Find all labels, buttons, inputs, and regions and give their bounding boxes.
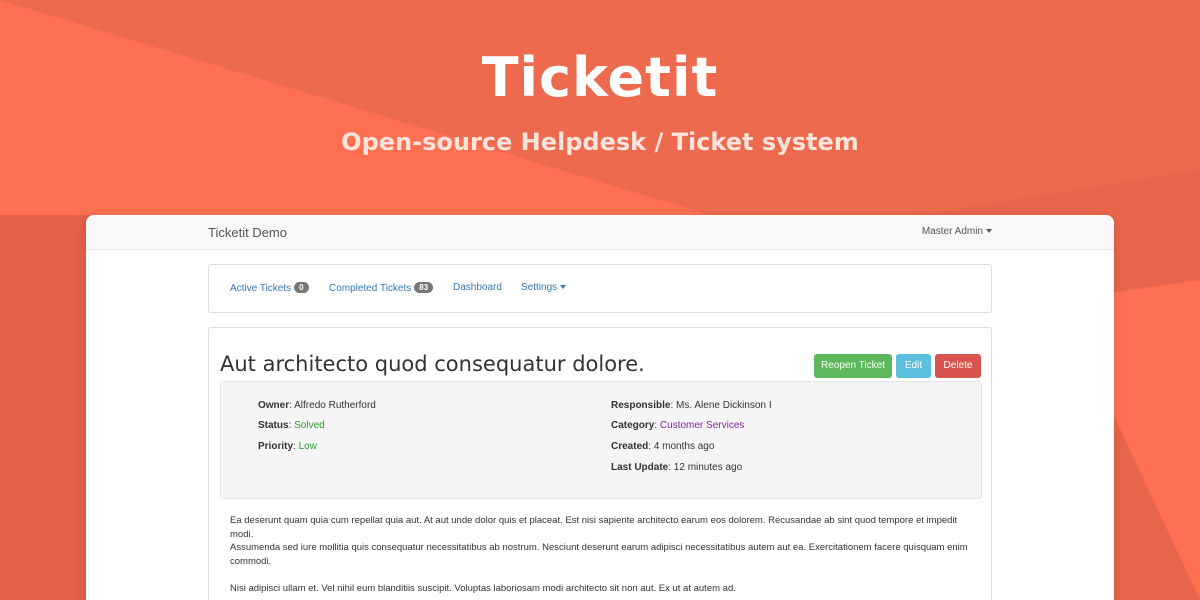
priority-label: Priority: [258, 441, 294, 452]
last-update-label: Last Update: [611, 462, 669, 473]
tab-completed-tickets-label: Completed Tickets: [329, 283, 412, 294]
category-label: Category: [611, 420, 655, 431]
hero-subtitle: Open-source Helpdesk / Ticket system: [341, 128, 859, 156]
tab-settings-label: Settings: [521, 282, 558, 293]
created-value: 4 months ago: [653, 441, 715, 452]
tab-active-tickets-label: Active Tickets: [230, 283, 292, 294]
owner-field: Owner: Alfredo Rutherford: [258, 400, 376, 411]
status-label: Status: [258, 420, 289, 431]
created-field: Created: 4 months ago: [611, 441, 715, 452]
tab-dashboard[interactable]: Dashboard: [453, 282, 502, 293]
priority-field: Priority: Low: [258, 441, 317, 452]
last-update-field: Last Update: 12 minutes ago: [611, 462, 743, 473]
app-window: Ticketit Demo Master Admin Active Ticket…: [86, 215, 1114, 600]
tabs-panel: Active Tickets 0 Completed Tickets 83 Dash…: [208, 264, 992, 313]
ticket-paragraph: Nisi adipisci ullam et. Vel nihil eum bl…: [230, 583, 736, 594]
navbar: Ticketit Demo Master Admin: [86, 215, 1114, 250]
responsible-label: Responsible: [611, 400, 671, 411]
status-value: Solved: [294, 420, 325, 431]
caret-down-icon: [560, 285, 567, 290]
delete-button[interactable]: Delete: [935, 354, 981, 378]
edit-button[interactable]: Edit: [896, 354, 931, 378]
hero-title: Ticketit: [481, 46, 719, 109]
ticket-paragraph: Assumenda sed iure mollitia quis consequ…: [230, 542, 968, 567]
responsible-field: Responsible: Ms. Alene Dickinson I: [611, 400, 772, 411]
created-label: Created: [611, 441, 649, 452]
completed-tickets-count-badge: 83: [414, 282, 434, 293]
tab-active-tickets[interactable]: Active Tickets 0: [230, 282, 309, 294]
responsible-value: Ms. Alene Dickinson I: [676, 400, 772, 411]
category-value: Customer Services: [659, 420, 745, 431]
last-update-value: 12 minutes ago: [673, 462, 743, 473]
reopen-ticket-button[interactable]: Reopen Ticket: [814, 354, 892, 378]
caret-down-icon: [986, 229, 992, 234]
tab-completed-tickets[interactable]: Completed Tickets 83: [329, 282, 434, 294]
owner-value: Alfredo Rutherford: [294, 400, 376, 411]
priority-value: Low: [298, 441, 317, 452]
user-menu[interactable]: Master Admin: [922, 226, 992, 237]
owner-label: Owner: [258, 400, 290, 411]
category-field: Category: Customer Services: [611, 420, 745, 431]
ticket-paragraph: Ea deserunt quam quia cum repellat quia …: [230, 515, 958, 540]
active-tickets-count-badge: 0: [294, 282, 309, 293]
ticket-info-well: Owner: Alfredo Rutherford Status: Solved…: [220, 381, 982, 499]
tab-settings[interactable]: Settings: [521, 282, 567, 293]
ticket-panel: Aut architecto quod consequatur dolore. …: [208, 327, 992, 600]
navbar-brand[interactable]: Ticketit Demo: [208, 225, 287, 240]
ticket-title: Aut architecto quod consequatur dolore.: [220, 352, 645, 376]
user-menu-label: Master Admin: [921, 226, 983, 237]
status-field: Status: Solved: [258, 420, 325, 431]
